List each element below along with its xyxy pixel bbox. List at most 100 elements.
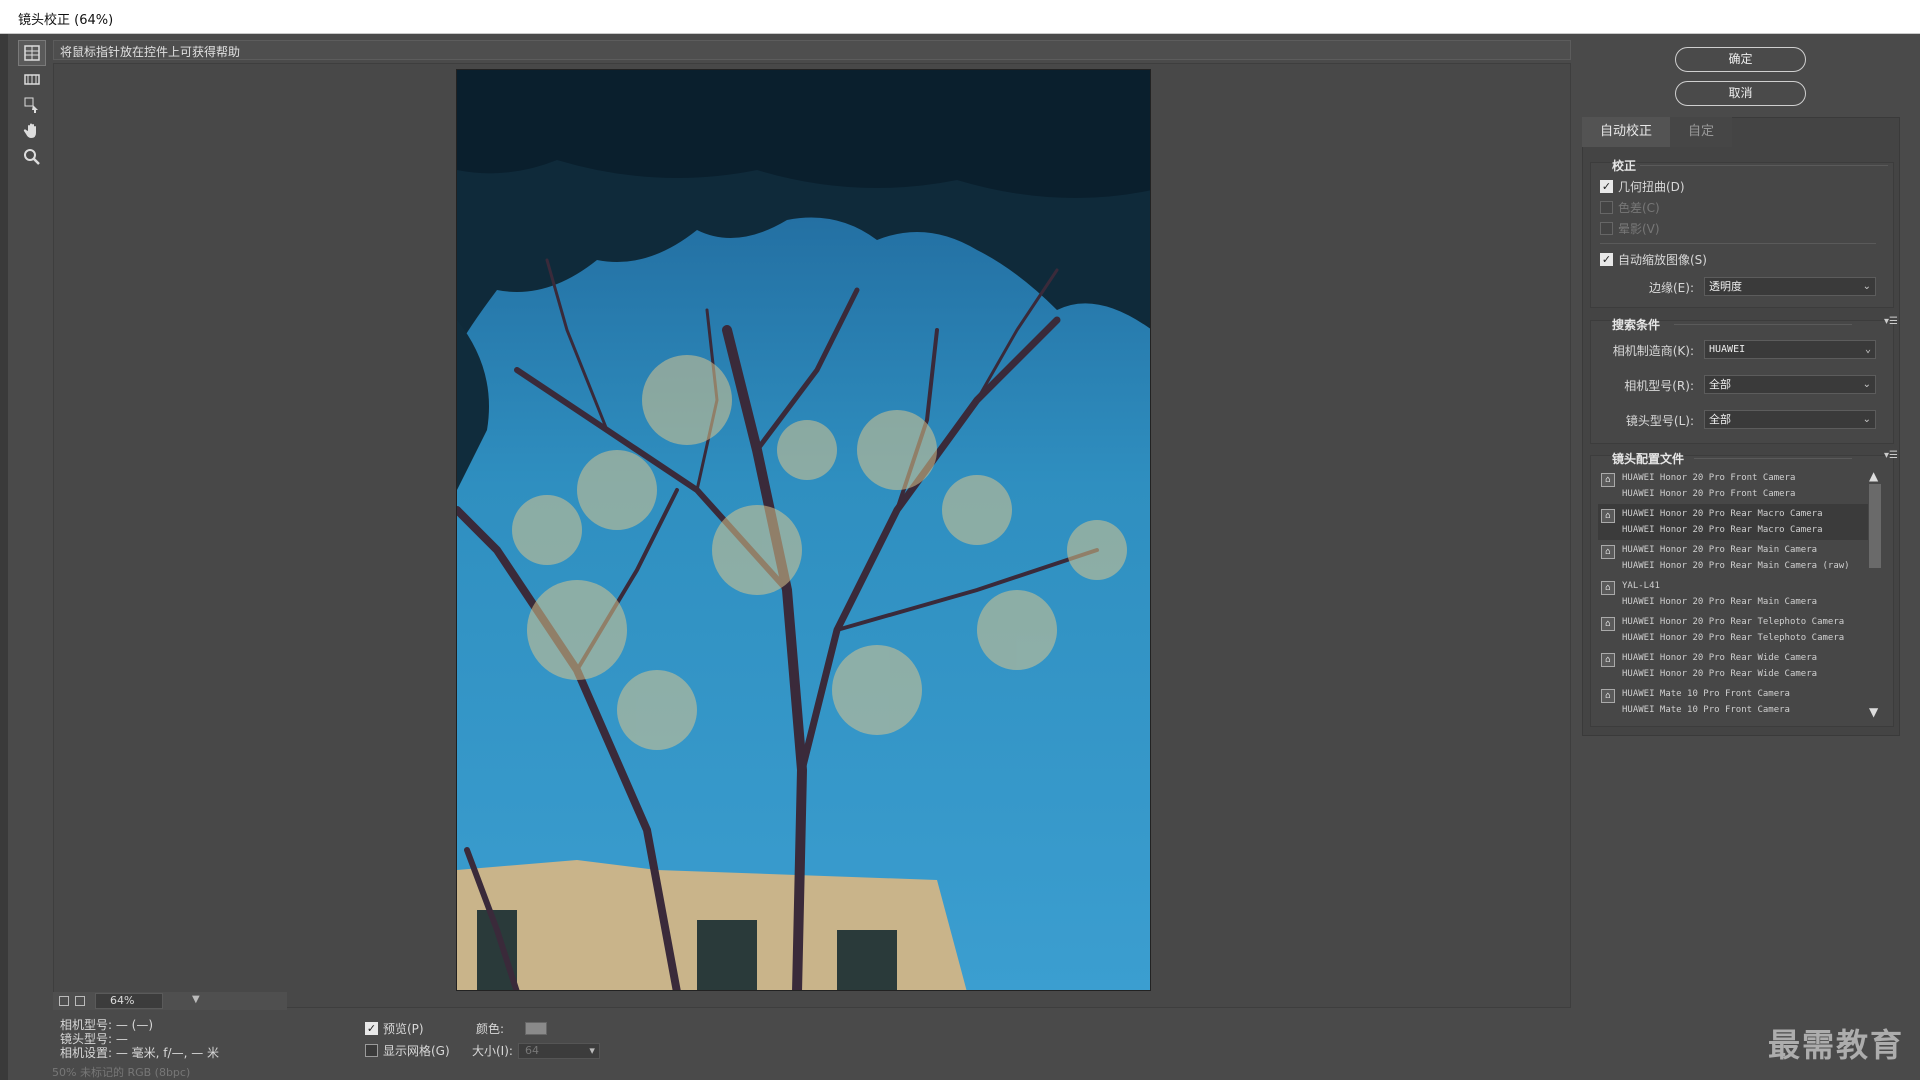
edge-value: 透明度 — [1709, 280, 1742, 293]
cancel-button[interactable]: 取消 — [1675, 81, 1806, 106]
scrollbar-thumb[interactable] — [1869, 484, 1881, 568]
chromatic-aberration-label: 色差(C) — [1618, 201, 1660, 215]
help-text: 将鼠标指针放在控件上可获得帮助 — [60, 45, 241, 59]
grid-size-input[interactable]: 64 ▾ — [517, 1042, 600, 1059]
show-grid-label: 显示网格(G) — [383, 1044, 450, 1058]
chevron-down-icon: ⌄ — [1862, 379, 1871, 390]
grid-size-value: 64 — [524, 1043, 539, 1057]
move-grid-tool-icon[interactable] — [18, 92, 46, 118]
profile-lens: HUAWEI Honor 20 Pro Rear Telephoto Camer… — [1622, 633, 1845, 643]
profile-name: HUAWEI Honor 20 Pro Front Camera — [1622, 473, 1796, 483]
actual-pixels-icon[interactable] — [75, 996, 85, 1006]
camera-info: 相机型号: — (—) 镜头型号: — 相机设置: — 毫米, f/—, — 米 — [60, 1018, 219, 1060]
profile-name: HUAWEI Honor 20 Pro Rear Wide Camera — [1622, 653, 1818, 663]
preview-checkbox[interactable]: ✓ — [365, 1022, 378, 1035]
camera-maker-select[interactable]: HUAWEI ⌄ — [1704, 340, 1876, 359]
zoom-tool-icon[interactable] — [18, 144, 46, 170]
profile-icon: ⌂ — [1601, 653, 1615, 667]
grid-color-swatch[interactable] — [525, 1022, 548, 1035]
edge-select[interactable]: 透明度 ⌄ — [1704, 277, 1876, 296]
lens-profile-list[interactable]: ⌂ HUAWEI Honor 20 Pro Front Camera HUAWE… — [1598, 468, 1868, 720]
status-text: 50% 未标记的 RGB (8bpc) — [52, 1066, 191, 1079]
camera-maker-value: HUAWEI — [1709, 344, 1746, 355]
grid-size-option: 大小(I): 64 ▾ — [472, 1042, 600, 1059]
list-item[interactable]: ⌂ YAL-L41 HUAWEI Honor 20 Pro Rear Main … — [1598, 576, 1868, 612]
ok-button[interactable]: 确定 — [1675, 47, 1806, 72]
fit-view-icon[interactable] — [59, 996, 69, 1006]
chevron-down-icon: ⌄ — [1862, 281, 1871, 292]
tab-auto-correction[interactable]: 自动校正 — [1582, 117, 1671, 147]
remove-distortion-tool-icon[interactable] — [18, 40, 46, 66]
lens-profiles-title: 镜头配置文件 — [1612, 452, 1685, 466]
panel-tabs: 自动校正 自定 — [1582, 117, 1733, 147]
chromatic-aberration-checkbox[interactable] — [1600, 201, 1613, 214]
profile-lens: HUAWEI Honor 20 Pro Rear Wide Camera — [1622, 669, 1818, 679]
camera-model-value: 全部 — [1709, 378, 1731, 391]
lens-model-label: 镜头型号(L): — [1625, 414, 1694, 428]
profile-lens: HUAWEI Honor 20 Pro Rear Macro Camera — [1622, 525, 1823, 535]
list-item[interactable]: ⌂ HUAWEI Honor 20 Pro Front Camera HUAWE… — [1598, 468, 1868, 504]
auto-scale-option[interactable]: ✓ 自动缩放图像(S) — [1600, 251, 1707, 268]
chromatic-aberration-option[interactable]: 色差(C) — [1600, 199, 1660, 216]
profile-list-scrollbar[interactable]: ▲ ▼ — [1869, 470, 1881, 718]
profile-name: HUAWEI Mate 10 Pro Front Camera — [1622, 689, 1790, 699]
auto-scale-checkbox[interactable]: ✓ — [1600, 253, 1613, 266]
profile-icon: ⌂ — [1601, 509, 1615, 523]
vignette-label: 晕影(V) — [1618, 222, 1660, 236]
camera-model-select[interactable]: 全部 ⌄ — [1704, 375, 1876, 394]
vignette-option[interactable]: 晕影(V) — [1600, 220, 1660, 237]
chevron-down-icon: ⌄ — [1864, 344, 1871, 355]
geometric-distortion-checkbox[interactable]: ✓ — [1600, 180, 1613, 193]
preview-image[interactable] — [456, 69, 1151, 991]
preview-label: 预览(P) — [383, 1022, 424, 1036]
chevron-down-icon: ▼ — [192, 994, 200, 1005]
list-item[interactable]: ⌂ HUAWEI Mate 10 Pro Front Camera HUAWEI… — [1598, 684, 1868, 720]
profile-lens: HUAWEI Mate 10 Pro Front Camera — [1622, 705, 1790, 715]
list-item[interactable]: ⌂ HUAWEI Honor 20 Pro Rear Wide Camera H… — [1598, 648, 1868, 684]
hand-tool-icon[interactable] — [18, 118, 46, 144]
profile-lens: HUAWEI Honor 20 Pro Rear Main Camera (ra… — [1622, 561, 1850, 571]
menu-icon[interactable]: ▾☰ — [1884, 450, 1898, 461]
window-title: 镜头校正 (64%) — [18, 13, 114, 28]
camera-maker-label: 相机制造商(K): — [1612, 344, 1694, 358]
help-bar: 将鼠标指针放在控件上可获得帮助 — [53, 40, 1571, 60]
zoom-select[interactable]: 64% ▼ — [95, 993, 200, 1009]
profile-lens: HUAWEI Honor 20 Pro Rear Main Camera — [1622, 597, 1818, 607]
list-item[interactable]: ⌂ HUAWEI Honor 20 Pro Rear Main Camera H… — [1598, 540, 1868, 576]
divider — [1600, 243, 1876, 244]
grid-color-option: 颜色: — [476, 1020, 548, 1037]
list-item[interactable]: ⌂ HUAWEI Honor 20 Pro Rear Macro Camera … — [1598, 504, 1868, 540]
camera-model-label: 相机型号(R): — [1624, 379, 1694, 393]
toolbar — [18, 40, 48, 170]
profile-lens: HUAWEI Honor 20 Pro Front Camera — [1622, 489, 1796, 499]
lens-model-select[interactable]: 全部 ⌄ — [1704, 410, 1876, 429]
divider — [1640, 165, 1888, 166]
lens-model-value: 全部 — [1709, 413, 1731, 426]
watermark-logo: 最需教育 — [1768, 1026, 1905, 1064]
camera-model-info: 相机型号: — (—) — [60, 1018, 154, 1032]
scroll-up-icon[interactable]: ▲ — [1869, 470, 1878, 482]
edge-label: 边缘(E): — [1649, 281, 1694, 295]
tab-custom[interactable]: 自定 — [1670, 117, 1733, 147]
chevron-down-icon: ▾ — [589, 1043, 595, 1057]
preview-option[interactable]: ✓ 预览(P) — [365, 1020, 424, 1037]
left-edge — [0, 34, 8, 1080]
zoom-value: 64% — [110, 994, 135, 1007]
menu-icon[interactable]: ▾☰ — [1884, 316, 1898, 327]
window-titlebar: 镜头校正 (64%) — [0, 0, 1920, 34]
auto-scale-label: 自动缩放图像(S) — [1618, 253, 1707, 267]
search-criteria-title: 搜索条件 — [1612, 318, 1661, 332]
show-grid-checkbox[interactable] — [365, 1044, 378, 1057]
geometric-distortion-option[interactable]: ✓ 几何扭曲(D) — [1600, 178, 1685, 195]
list-item[interactable]: ⌂ HUAWEI Honor 20 Pro Rear Telephoto Cam… — [1598, 612, 1868, 648]
zoom-bar: 64% ▼ — [53, 992, 287, 1010]
show-grid-option[interactable]: 显示网格(G) — [365, 1042, 450, 1059]
profile-icon: ⌂ — [1601, 545, 1615, 559]
divider — [1674, 324, 1852, 325]
straighten-tool-icon[interactable] — [18, 66, 46, 92]
profile-icon: ⌂ — [1601, 617, 1615, 631]
profile-icon: ⌂ — [1601, 473, 1615, 487]
vignette-checkbox[interactable] — [1600, 222, 1613, 235]
size-label: 大小(I): — [472, 1044, 513, 1058]
scroll-down-icon[interactable]: ▼ — [1869, 706, 1878, 718]
